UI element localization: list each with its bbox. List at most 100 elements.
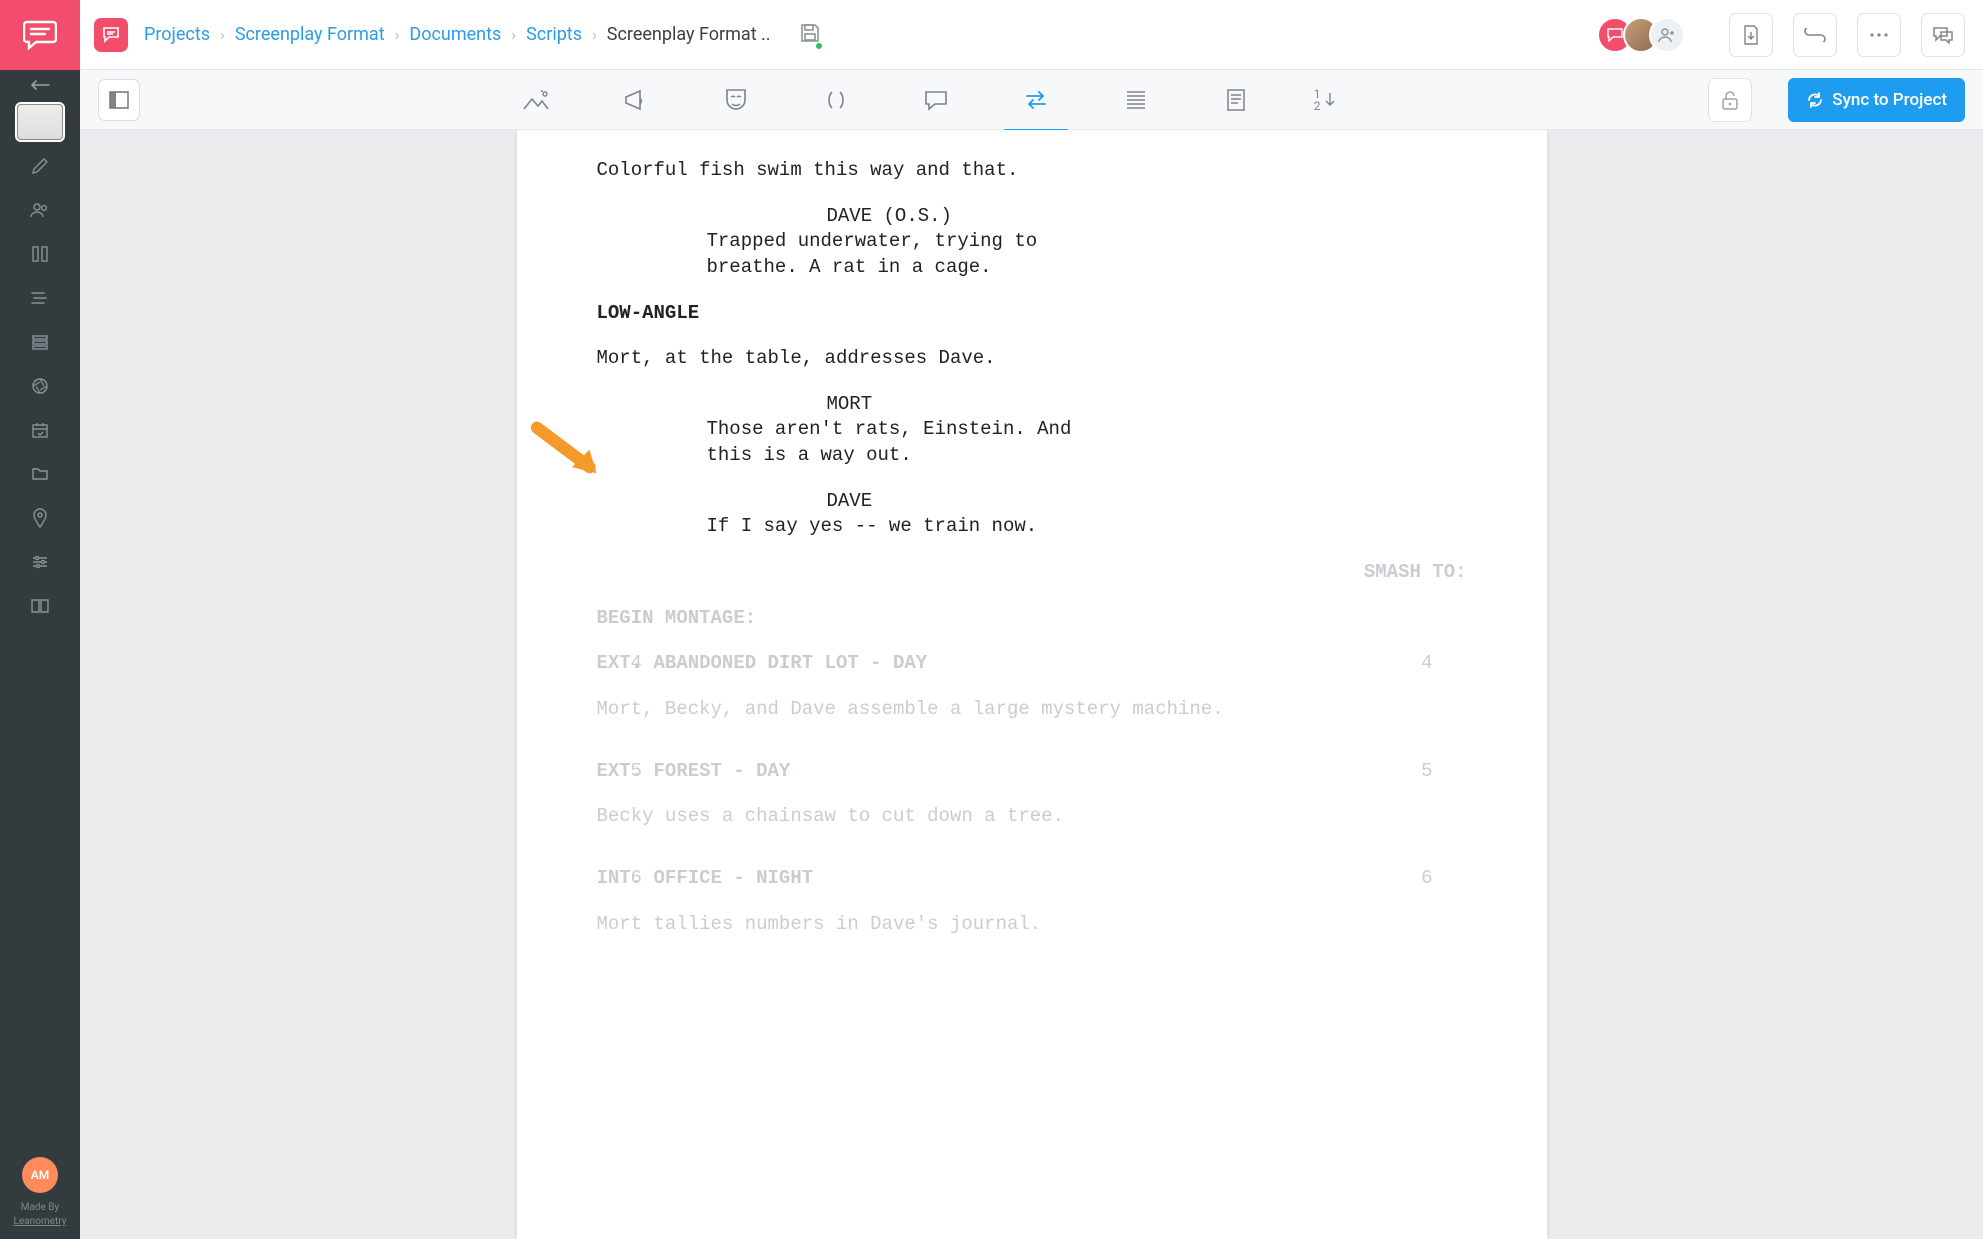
sidebar-item-read[interactable] (0, 584, 80, 628)
dialogue-line[interactable]: this is a way out. (707, 443, 1227, 469)
share-link-button[interactable] (1793, 13, 1837, 57)
sidebar-item-rows[interactable] (0, 320, 80, 364)
left-sidebar: AM Made By Leanometry (0, 0, 80, 1239)
list-stagger-icon (30, 291, 50, 305)
character-cue[interactable]: DAVE (O.S.) (827, 204, 1467, 230)
collaborator-stack (1607, 17, 1685, 53)
book-icon (30, 598, 50, 614)
character-cue[interactable]: DAVE (827, 489, 1467, 515)
transition[interactable]: SMASH TO: (597, 560, 1467, 586)
sync-to-project-button[interactable]: Sync to Project (1788, 78, 1965, 122)
script-page[interactable]: Colorful fish swim this way and that. DA… (517, 130, 1547, 1239)
sidebar-item-shotlist[interactable] (0, 276, 80, 320)
refresh-icon (1806, 91, 1824, 109)
tool-action[interactable] (614, 82, 658, 118)
breadcrumb-projects[interactable]: Projects (144, 24, 210, 45)
dialogue-line[interactable]: Those aren't rats, Einstein. And (707, 417, 1227, 443)
pin-icon (32, 508, 48, 528)
breadcrumb-documents[interactable]: Documents (409, 24, 501, 45)
page-thumbnail (17, 104, 63, 140)
shot-heading[interactable]: LOW-ANGLE (597, 301, 1467, 327)
sidebar-item-boards[interactable] (0, 232, 80, 276)
chevron-right-icon: › (511, 25, 516, 44)
scene-heading[interactable]: EXT. ABANDONED DIRT LOT - DAY (597, 651, 1467, 677)
chevron-right-icon: › (592, 25, 597, 44)
made-by-link[interactable]: Leanometry (14, 1216, 67, 1227)
aperture-icon (31, 377, 49, 395)
link-icon (1804, 28, 1826, 42)
project-logo[interactable] (94, 18, 128, 52)
action-line[interactable]: Colorful fish swim this way and that. (597, 158, 1467, 184)
saved-indicator-dot (815, 42, 823, 50)
editor-canvas[interactable]: Colorful fish swim this way and that. DA… (80, 130, 1983, 1239)
tool-dialogue[interactable] (914, 82, 958, 118)
download-doc-icon (1741, 24, 1761, 46)
scene-heading[interactable]: INT. OFFICE - NIGHT (597, 866, 1467, 892)
align-lines-icon (1125, 90, 1147, 110)
dots-icon (1869, 32, 1889, 38)
speech-logo-icon (102, 27, 120, 43)
arrow-left-icon (30, 79, 50, 91)
topbar: Projects › Screenplay Format › Documents… (80, 0, 1983, 70)
speech-bubble-icon (923, 89, 949, 111)
speech-logo-icon (23, 20, 57, 50)
user-avatar-badge[interactable]: AM (22, 1157, 58, 1193)
montage-header[interactable]: BEGIN MONTAGE: (597, 606, 1467, 632)
dialogue-line[interactable]: Trapped underwater, trying to (707, 229, 1227, 255)
dialogue-line[interactable]: breathe. A rat in a cage. (707, 255, 1227, 281)
action-line[interactable]: Mort, at the table, addresses Dave. (597, 346, 1467, 372)
tool-scene-heading[interactable] (514, 82, 558, 118)
sidebar-item-calendar[interactable] (0, 408, 80, 452)
pencil-icon (31, 157, 49, 175)
editor-toolbar: 12 Sync to Project (80, 70, 1983, 130)
scene-number-right: 5 (1421, 759, 1432, 785)
calendar-icon (31, 421, 49, 439)
sidebar-item-shoot[interactable] (0, 364, 80, 408)
scene-number-left: 5 (631, 759, 642, 785)
comments-panel-button[interactable] (1921, 13, 1965, 57)
annotation-arrow-icon (527, 419, 617, 489)
made-by-credit: Made By Leanometry (14, 1201, 67, 1229)
tool-justify[interactable] (1114, 82, 1158, 118)
more-button[interactable] (1857, 13, 1901, 57)
landscape-icon (522, 89, 550, 111)
save-status[interactable] (799, 22, 821, 48)
sidebar-item-script-thumb[interactable] (0, 100, 80, 144)
sidebar-item-files[interactable] (0, 452, 80, 496)
export-button[interactable] (1729, 13, 1773, 57)
chevron-right-icon: › (220, 25, 225, 44)
note-icon (1225, 88, 1247, 112)
scene-heading[interactable]: EXT. FOREST - DAY (597, 759, 1467, 785)
sidebar-item-edit[interactable] (0, 144, 80, 188)
tool-note[interactable] (1214, 82, 1258, 118)
action-line[interactable]: Mort, Becky, and Dave assemble a large m… (597, 697, 1467, 723)
lock-button[interactable] (1708, 78, 1752, 122)
folder-icon (31, 466, 49, 482)
sidebar-item-settings[interactable] (0, 540, 80, 584)
panel-left-icon (109, 91, 129, 109)
character-cue[interactable]: MORT (827, 392, 1467, 418)
brand-logo[interactable] (0, 0, 80, 70)
tool-scene-numbers[interactable]: 12 (1314, 88, 1335, 112)
chat-icon (1932, 26, 1954, 44)
tool-character[interactable] (714, 82, 758, 118)
tool-transition[interactable] (1014, 82, 1058, 118)
collapse-sidebar-button[interactable] (0, 70, 80, 100)
sidebar-item-locations[interactable] (0, 496, 80, 540)
action-line[interactable]: Becky uses a chainsaw to cut down a tree… (597, 804, 1467, 830)
sidebar-item-contacts[interactable] (0, 188, 80, 232)
toggle-sidebar-button[interactable] (98, 79, 140, 121)
add-collaborator-button[interactable] (1649, 17, 1685, 53)
breadcrumb-scripts[interactable]: Scripts (526, 24, 582, 45)
mask-icon (724, 87, 748, 113)
breadcrumb-current: Screenplay Format .. (607, 24, 771, 45)
breadcrumb-project[interactable]: Screenplay Format (235, 24, 385, 45)
sync-label: Sync to Project (1832, 90, 1947, 110)
breadcrumb: Projects › Screenplay Format › Documents… (144, 24, 771, 45)
scene-number-left: 6 (631, 866, 642, 892)
dialogue-line[interactable]: If I say yes -- we train now. (707, 514, 1227, 540)
speech-icon (1607, 28, 1623, 42)
lock-open-icon (1721, 90, 1739, 110)
action-line[interactable]: Mort tallies numbers in Dave's journal. (597, 912, 1467, 938)
tool-parenthetical[interactable] (814, 82, 858, 118)
